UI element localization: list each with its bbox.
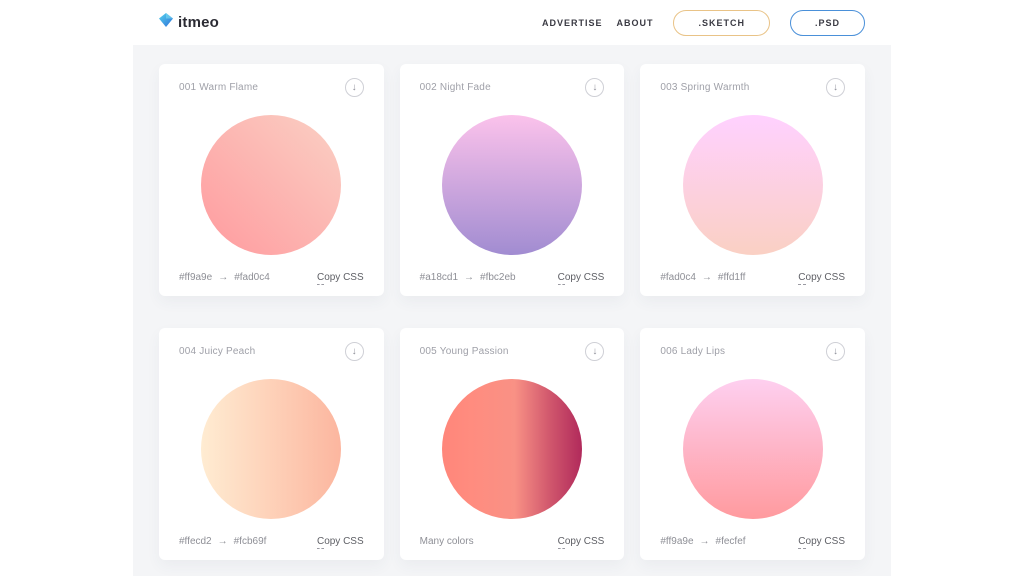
- header-nav: ADVERTISE ABOUT .SKETCH .PSD: [542, 9, 865, 36]
- arrow-glyph: →: [218, 272, 229, 283]
- hex-from: #fad0c4: [660, 272, 696, 283]
- copy-label-rest: opy CSS: [805, 536, 845, 547]
- gradient-grid: 001 Warm Flame ↓ #ff9a9e → #fad0c4 Copy …: [133, 45, 891, 576]
- gradient-card-004: 004 Juicy Peach ↓ #ffecd2 → #fcb69f Copy…: [159, 328, 384, 560]
- download-icon[interactable]: ↓: [344, 78, 364, 97]
- card-header: 006 Lady Lips ↓: [660, 342, 845, 361]
- card-header: 001 Warm Flame ↓: [179, 78, 364, 97]
- hex-to: #fecfef: [715, 536, 746, 547]
- copy-shortcut-key: C: [557, 536, 565, 549]
- download-icon[interactable]: ↓: [585, 342, 605, 361]
- hex-from: #ff9a9e: [660, 536, 694, 547]
- gradient-title: 003 Spring Warmth: [660, 82, 750, 93]
- gradient-preview-wrap: [420, 361, 605, 536]
- gradient-preview-wrap: [179, 361, 364, 536]
- gradient-preview-wrap: [420, 97, 605, 272]
- hex-to: #fcb69f: [233, 536, 267, 547]
- gradient-card-006: 006 Lady Lips ↓ #ff9a9e → #fecfef Copy C…: [640, 328, 865, 560]
- psd-download-button[interactable]: .PSD: [789, 9, 865, 36]
- copy-shortcut-key: C: [798, 536, 806, 549]
- hex-to: #ffd1ff: [717, 272, 746, 283]
- download-icon[interactable]: ↓: [826, 342, 845, 361]
- gradient-card-001: 001 Warm Flame ↓ #ff9a9e → #fad0c4 Copy …: [159, 64, 384, 296]
- gradient-circle[interactable]: [441, 378, 582, 519]
- download-icon[interactable]: ↓: [585, 78, 605, 97]
- card-header: 004 Juicy Peach ↓: [179, 342, 364, 361]
- copy-css-button[interactable]: Copy CSS: [316, 272, 364, 285]
- download-icon[interactable]: ↓: [826, 78, 845, 97]
- hex-range: #ff9a9e → #fecfef: [660, 536, 745, 547]
- copy-css-button[interactable]: Copy CSS: [557, 272, 605, 285]
- copy-label-rest: opy CSS: [324, 272, 364, 283]
- hex-from: #ff9a9e: [179, 272, 213, 283]
- gradient-circle[interactable]: [201, 378, 342, 519]
- card-header: 003 Spring Warmth ↓: [660, 78, 845, 97]
- hex-to: #fad0c4: [234, 272, 270, 283]
- copy-css-button[interactable]: Copy CSS: [316, 536, 364, 549]
- arrow-glyph: →: [699, 536, 710, 547]
- webgradients-page: itmeo ADVERTISE ABOUT .SKETCH .PSD 001 W…: [133, 0, 891, 576]
- hex-from: #a18cd1: [419, 272, 459, 283]
- gem-icon: [159, 13, 173, 32]
- download-icon[interactable]: ↓: [344, 342, 364, 361]
- colors-label: Many colors: [419, 536, 474, 547]
- nav-advertise[interactable]: ADVERTISE: [542, 18, 603, 28]
- gradient-title: 005 Young Passion: [419, 346, 509, 357]
- gradient-preview-wrap: [179, 97, 364, 272]
- arrow-glyph: →: [217, 536, 228, 547]
- gradient-circle[interactable]: [682, 378, 823, 519]
- gradient-circle[interactable]: [682, 114, 823, 255]
- gradient-card-005: 005 Young Passion ↓ Many colors Copy CSS: [399, 328, 625, 560]
- card-footer: #ff9a9e → #fecfef Copy CSS: [660, 536, 845, 549]
- gradient-circle[interactable]: [201, 114, 342, 255]
- card-footer: #ff9a9e → #fad0c4 Copy CSS: [179, 272, 364, 285]
- hex-range: Many colors: [420, 536, 486, 547]
- gradient-preview-wrap: [660, 97, 845, 272]
- card-footer: #fad0c4 → #ffd1ff Copy CSS: [660, 272, 845, 285]
- copy-shortcut-key: C: [557, 272, 565, 285]
- gradient-card-002: 002 Night Fade ↓ #a18cd1 → #fbc2eb Copy …: [399, 64, 625, 296]
- hex-range: #ff9a9e → #fad0c4: [179, 272, 270, 283]
- copy-label-rest: opy CSS: [805, 272, 845, 283]
- gradient-title: 001 Warm Flame: [179, 82, 259, 93]
- gradient-title: 006 Lady Lips: [660, 346, 726, 357]
- hex-range: #a18cd1 → #fbc2eb: [420, 272, 516, 283]
- copy-shortcut-key: C: [798, 272, 806, 285]
- hex-from: #ffecd2: [179, 536, 212, 547]
- copy-css-button[interactable]: Copy CSS: [798, 272, 845, 285]
- hex-to: #fbc2eb: [480, 272, 516, 283]
- card-header: 002 Night Fade ↓: [420, 78, 605, 97]
- site-header: itmeo ADVERTISE ABOUT .SKETCH .PSD: [133, 0, 891, 45]
- itmeo-logo[interactable]: itmeo: [159, 13, 219, 32]
- nav-about[interactable]: ABOUT: [616, 18, 653, 28]
- arrow-glyph: →: [464, 272, 475, 283]
- hex-range: #fad0c4 → #ffd1ff: [660, 272, 745, 283]
- card-footer: #a18cd1 → #fbc2eb Copy CSS: [420, 272, 605, 285]
- card-header: 005 Young Passion ↓: [420, 342, 605, 361]
- copy-css-button[interactable]: Copy CSS: [798, 536, 845, 549]
- sketch-download-button[interactable]: .SKETCH: [673, 9, 770, 36]
- gradient-preview-wrap: [660, 361, 845, 536]
- card-footer: Many colors Copy CSS: [420, 536, 605, 549]
- hex-range: #ffecd2 → #fcb69f: [179, 536, 266, 547]
- logo-text: itmeo: [178, 14, 220, 31]
- copy-label-rest: opy CSS: [324, 536, 364, 547]
- copy-label-rest: opy CSS: [564, 272, 605, 283]
- gradient-title: 004 Juicy Peach: [179, 346, 256, 357]
- card-footer: #ffecd2 → #fcb69f Copy CSS: [179, 536, 364, 549]
- gradient-circle[interactable]: [441, 114, 582, 255]
- arrow-glyph: →: [701, 272, 712, 283]
- copy-label-rest: opy CSS: [564, 536, 605, 547]
- copy-css-button[interactable]: Copy CSS: [557, 536, 605, 549]
- gradient-title: 002 Night Fade: [419, 82, 491, 93]
- gradient-card-003: 003 Spring Warmth ↓ #fad0c4 → #ffd1ff Co…: [640, 64, 865, 296]
